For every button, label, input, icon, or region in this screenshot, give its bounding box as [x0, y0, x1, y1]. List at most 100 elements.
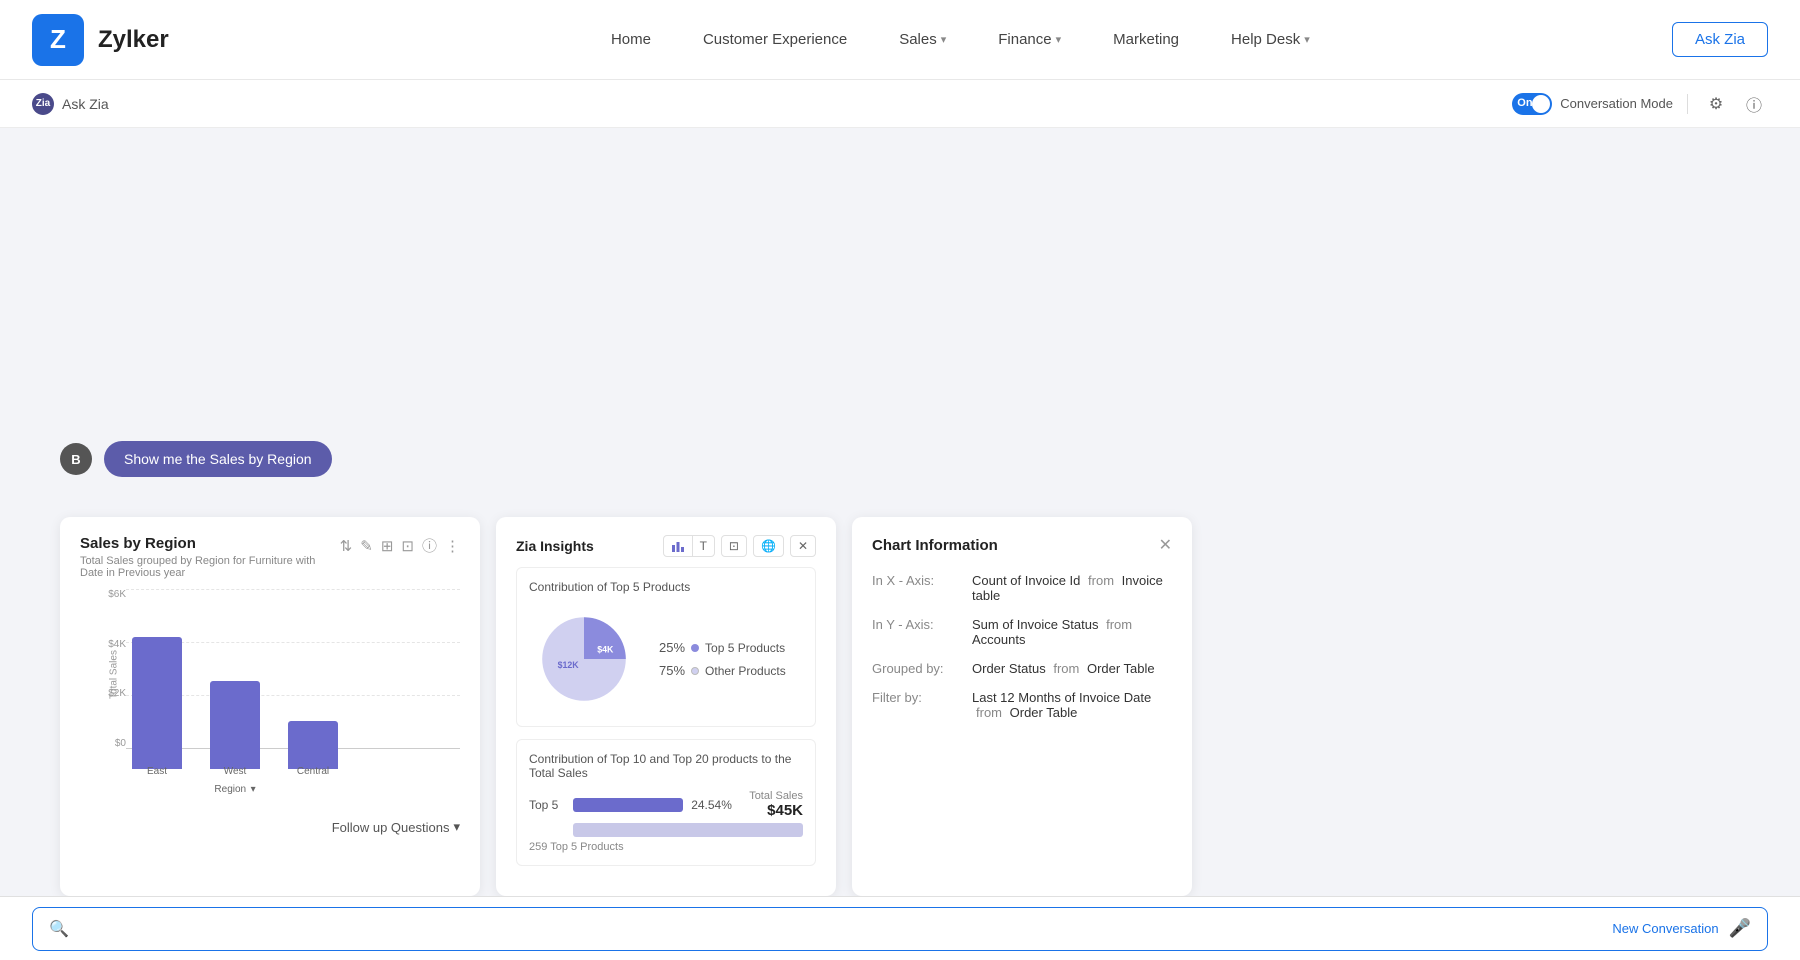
main-nav: Home Customer Experience Sales▾ Finance▾… [249, 31, 1672, 48]
nav-customer-experience[interactable]: Customer Experience [703, 31, 847, 48]
chart-info-card: Chart Information ✕ In X - Axis: Count o… [852, 517, 1192, 896]
globe-icon[interactable]: 🌐 [753, 535, 784, 557]
info-icon[interactable]: ⓘ [422, 535, 437, 556]
bar-east-rect [132, 637, 182, 769]
main-content: B Show me the Sales by Region Sales by R… [0, 128, 1800, 896]
info-row-yaxis: In Y - Axis: Sum of Invoice Status from … [872, 617, 1172, 647]
close-zia-icon[interactable]: ✕ [790, 535, 816, 557]
info-label-yaxis: In Y - Axis: [872, 617, 972, 647]
y-label-4k: $4K [108, 639, 126, 650]
settings-icon[interactable]: ⚙ [1702, 90, 1730, 118]
bar-west [210, 681, 260, 769]
pie-insight-section: Contribution of Top 5 Products $4K $12K … [516, 567, 816, 727]
sales-card-title-block: Sales by Region Total Sales grouped by R… [80, 535, 340, 579]
total-sales-label: Total Sales [749, 790, 803, 802]
zia-insights-card: Zia Insights T ⊡ 🌐 ✕ Contribution of Top… [496, 517, 836, 896]
info-row-xaxis: In X - Axis: Count of Invoice Id from In… [872, 573, 1172, 603]
x-label-central: Central [288, 761, 338, 779]
top5-bar-label: Top 5 [529, 798, 565, 812]
top5-count-text: 259 Top 5 Products [529, 841, 803, 853]
logo-icon: Z [32, 14, 84, 66]
info-label-filter: Filter by: [872, 690, 972, 720]
microphone-icon[interactable]: 🎤 [1729, 918, 1751, 939]
pie-legend-other: 75% Other Products [659, 663, 786, 678]
grid-icon[interactable]: ⊞ [381, 537, 394, 555]
conversation-mode-label: Conversation Mode [1560, 96, 1673, 111]
bar-section-title: Contribution of Top 10 and Top 20 produc… [529, 752, 803, 780]
zia-view-toggle: T [663, 535, 715, 557]
chart-info-title: Chart Information [872, 537, 998, 554]
more-icon[interactable]: ⋮ [445, 537, 460, 555]
y-label-2k: $2K [108, 688, 126, 699]
user-message-row: B Show me the Sales by Region [60, 441, 1740, 477]
follow-up-chevron-icon: ▾ [453, 819, 460, 835]
y-label-6k: $6K [108, 589, 126, 600]
header: Z Zylker Home Customer Experience Sales▾… [0, 0, 1800, 80]
pie-chart-svg: $4K $12K [529, 604, 639, 714]
toggle-on-label: On [1517, 97, 1532, 109]
svg-text:$12K: $12K [558, 660, 580, 670]
info-label-grouped: Grouped by: [872, 661, 972, 676]
nav-home[interactable]: Home [611, 31, 651, 48]
svg-text:$4K: $4K [597, 644, 614, 654]
nav-sales[interactable]: Sales▾ [899, 31, 946, 48]
other-dot [691, 667, 699, 675]
bar-chart-icon[interactable] [664, 536, 693, 556]
sub-header: Zia Ask Zia On Conversation Mode ⚙ ⓘ [0, 80, 1800, 128]
zia-header-actions: T ⊡ 🌐 ✕ [663, 535, 816, 557]
chart-info-header: Chart Information ✕ [872, 535, 1172, 555]
sales-card-header: Sales by Region Total Sales grouped by R… [80, 535, 460, 579]
bar-west-rect [210, 681, 260, 769]
chat-input[interactable] [77, 921, 1612, 937]
bar-insight-section: Contribution of Top 10 and Top 20 produc… [516, 739, 816, 866]
cards-row: Sales by Region Total Sales grouped by R… [0, 509, 1800, 896]
info-value-yaxis: Sum of Invoice Status from Accounts [972, 617, 1172, 647]
info-value-filter: Last 12 Months of Invoice Date from Orde… [972, 690, 1172, 720]
toggle-container: On Conversation Mode [1512, 93, 1673, 115]
toggle-knob [1532, 95, 1550, 113]
pie-section-title: Contribution of Top 5 Products [529, 580, 803, 594]
search-icon: 🔍 [49, 919, 69, 939]
sales-chevron-icon: ▾ [941, 33, 947, 46]
ask-zia-button[interactable]: Ask Zia [1672, 22, 1768, 57]
zia-insights-title: Zia Insights [516, 538, 594, 554]
top5-pct: 24.54% [691, 798, 741, 812]
finance-chevron-icon: ▾ [1056, 33, 1062, 46]
sales-card-subtitle: Total Sales grouped by Region for Furnit… [80, 555, 340, 579]
user-avatar: B [60, 443, 92, 475]
conversation-mode-toggle[interactable]: On [1512, 93, 1552, 115]
sub-header-right: On Conversation Mode ⚙ ⓘ [1512, 90, 1768, 118]
chart-info-close-icon[interactable]: ✕ [1159, 535, 1172, 555]
input-bar: 🔍 New Conversation 🎤 [0, 896, 1800, 960]
nav-helpdesk[interactable]: Help Desk▾ [1231, 31, 1310, 48]
top5-bar-rect [573, 798, 683, 812]
total-sales-value: $45K [749, 802, 803, 819]
pie-legend-top5: 25% Top 5 Products [659, 640, 786, 655]
table-icon[interactable]: ⊡ [721, 535, 747, 557]
nav-finance[interactable]: Finance▾ [998, 31, 1061, 48]
zia-insights-header: Zia Insights T ⊡ 🌐 ✕ [516, 535, 816, 557]
sort-icon[interactable]: ⇅ [340, 537, 353, 555]
top5-count-bar [573, 823, 803, 837]
sales-card-title: Sales by Region [80, 535, 340, 552]
user-message-bubble: Show me the Sales by Region [104, 441, 332, 477]
total-sales-block: Total Sales $45K [749, 790, 803, 819]
sales-card-actions: ⇅ ✎ ⊞ ⊡ ⓘ ⋮ [340, 535, 460, 556]
helpdesk-chevron-icon: ▾ [1304, 33, 1310, 46]
edit-icon[interactable]: ✎ [360, 537, 373, 555]
x-label-east: East [132, 761, 182, 779]
new-conversation-label[interactable]: New Conversation [1612, 921, 1718, 936]
text-view-icon[interactable]: T [693, 536, 714, 556]
help-icon[interactable]: ⓘ [1740, 90, 1768, 118]
top5-dot [691, 644, 699, 652]
sub-header-left: Zia Ask Zia [32, 93, 109, 115]
app-name: Zylker [98, 26, 169, 54]
info-row-grouped: Grouped by: Order Status from Order Tabl… [872, 661, 1172, 676]
info-label-xaxis: In X - Axis: [872, 573, 972, 603]
nav-marketing[interactable]: Marketing [1113, 31, 1179, 48]
ask-zia-label: Ask Zia [62, 96, 109, 112]
info-value-grouped: Order Status from Order Table [972, 661, 1172, 676]
y-label-0: $0 [115, 738, 126, 749]
download-icon[interactable]: ⊡ [401, 537, 414, 555]
follow-up-questions[interactable]: Follow up Questions ▾ [80, 809, 460, 835]
